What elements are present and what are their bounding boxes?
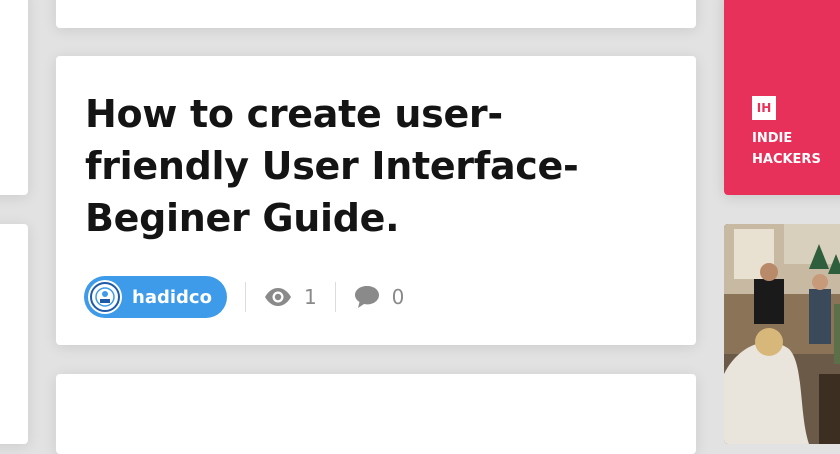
author-name: hadidco <box>132 286 212 308</box>
author-logo-icon <box>90 282 120 312</box>
sponsor-photo[interactable] <box>724 224 840 444</box>
post-title[interactable]: How to create user-friendly User Interfa… <box>85 88 665 244</box>
post-meta: hadidco 1 0 <box>84 276 404 318</box>
indie-hackers-sponsor-card[interactable]: IH INDIE HACKERS <box>724 0 840 195</box>
cafe-photo <box>724 224 840 444</box>
views-count: 1 <box>303 285 317 309</box>
indie-hackers-label: INDIE HACKERS <box>752 131 821 167</box>
meta-divider <box>244 282 246 312</box>
author-badge[interactable]: hadidco <box>84 276 227 318</box>
comment-icon <box>354 286 379 308</box>
eye-icon <box>264 288 291 306</box>
meta-divider <box>334 282 336 312</box>
comments-stat[interactable]: 0 <box>354 285 405 309</box>
indie-hackers-logo: IH <box>752 96 776 120</box>
post-card[interactable]: How to create user-friendly User Interfa… <box>56 56 696 345</box>
previous-post-card[interactable] <box>56 0 696 28</box>
next-post-card[interactable] <box>56 374 696 454</box>
left-post-card[interactable] <box>0 224 28 444</box>
comments-count: 0 <box>391 285 405 309</box>
left-post-card[interactable] <box>0 0 28 195</box>
views-stat: 1 <box>264 285 317 309</box>
author-avatar <box>88 280 122 314</box>
